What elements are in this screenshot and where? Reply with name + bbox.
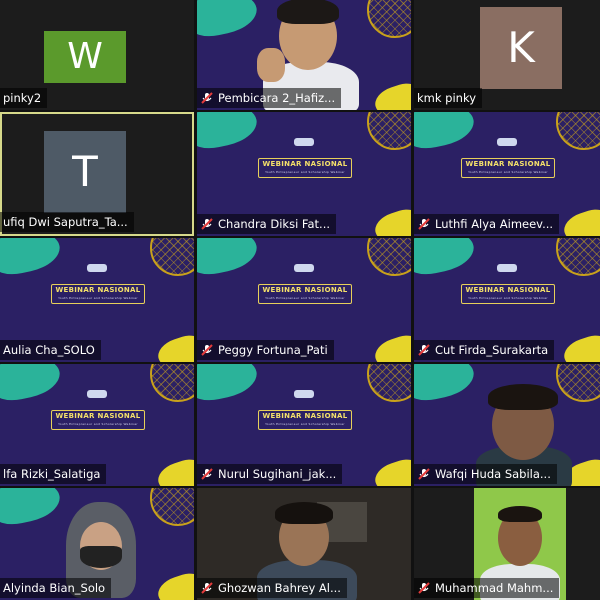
participant-tile[interactable]: WEBINAR NASIONAL Youth Entrepreneur and S… <box>197 112 411 236</box>
muted-mic-icon <box>417 581 431 595</box>
participant-tile[interactable]: WEBINAR NASIONAL Youth Entrepreneur and S… <box>414 238 600 362</box>
muted-mic-icon <box>200 467 214 481</box>
participant-tile[interactable]: K kmk pinky <box>414 0 600 110</box>
participant-name: Ghozwan Bahrey Al... <box>197 578 347 598</box>
participant-tile-active-speaker[interactable]: T ufiq Dwi Saputra_Ta... <box>0 112 194 236</box>
participant-name: Cut Firda_Surakarta <box>414 340 555 360</box>
participant-tile[interactable]: WEBINAR NASIONAL Youth Entrepreneur and S… <box>0 238 194 362</box>
slide-banner: WEBINAR NASIONAL Youth Entrepreneur and S… <box>461 284 555 304</box>
participant-name: kmk pinky <box>414 88 483 108</box>
participant-tile[interactable]: Ghozwan Bahrey Al... <box>197 488 411 600</box>
slide-banner: WEBINAR NASIONAL Youth Entrepreneur and S… <box>461 158 555 178</box>
slide-banner: WEBINAR NASIONAL Youth Entrepreneur and S… <box>258 410 352 430</box>
video-gallery: W pinky2 Pembicara 2_Hafiz... K kmk pink… <box>0 0 600 600</box>
participant-name: Chandra Diksi Fat... <box>197 214 337 234</box>
slide-banner: WEBINAR NASIONAL Youth Entrepreneur and S… <box>51 410 145 430</box>
participant-name: Luthfi Alya Aimeev... <box>414 214 560 234</box>
participant-name: Nurul Sugihani_jak... <box>197 464 343 484</box>
participant-name: ufiq Dwi Saputra_Ta... <box>0 212 134 232</box>
avatar: K <box>480 7 562 89</box>
avatar: W <box>44 31 126 83</box>
muted-mic-icon <box>417 343 431 357</box>
participant-tile[interactable]: WEBINAR NASIONAL Youth Entrepreneur and S… <box>414 112 600 236</box>
participant-tile[interactable]: WEBINAR NASIONAL Youth Entrepreneur and S… <box>0 364 194 486</box>
participant-tile[interactable]: WEBINAR NASIONAL Youth Entrepreneur and S… <box>197 364 411 486</box>
muted-mic-icon <box>200 91 214 105</box>
participant-name: Alyinda Bian_Solo <box>0 578 112 598</box>
slide-banner: WEBINAR NASIONAL Youth Entrepreneur and S… <box>258 284 352 304</box>
participant-name: Aulia Cha_SOLO <box>0 340 101 360</box>
muted-mic-icon <box>417 467 431 481</box>
participant-tile[interactable]: WEBINAR NASIONAL Youth Entrepreneur and S… <box>197 238 411 362</box>
participant-name: lfa Rizki_Salatiga <box>0 464 107 484</box>
slide-banner: WEBINAR NASIONAL Youth Entrepreneur and S… <box>258 158 352 178</box>
muted-mic-icon <box>417 217 431 231</box>
participant-name: pinky2 <box>0 88 48 108</box>
avatar: T <box>44 131 126 213</box>
participant-name: Pembicara 2_Hafiz... <box>197 88 342 108</box>
participant-tile[interactable]: Wafqi Huda Sabila... <box>414 364 600 486</box>
slide-banner: WEBINAR NASIONAL Youth Entrepreneur and S… <box>51 284 145 304</box>
muted-mic-icon <box>200 343 214 357</box>
muted-mic-icon <box>200 217 214 231</box>
participant-tile[interactable]: W pinky2 <box>0 0 194 110</box>
participant-tile[interactable]: Pembicara 2_Hafiz... <box>197 0 411 110</box>
muted-mic-icon <box>200 581 214 595</box>
participant-name: Peggy Fortuna_Pati <box>197 340 334 360</box>
participant-name: Wafqi Huda Sabila... <box>414 464 557 484</box>
participant-tile[interactable]: Muhammad Mahm... <box>414 488 600 600</box>
participant-tile[interactable]: Alyinda Bian_Solo <box>0 488 194 600</box>
participant-name: Muhammad Mahm... <box>414 578 560 598</box>
